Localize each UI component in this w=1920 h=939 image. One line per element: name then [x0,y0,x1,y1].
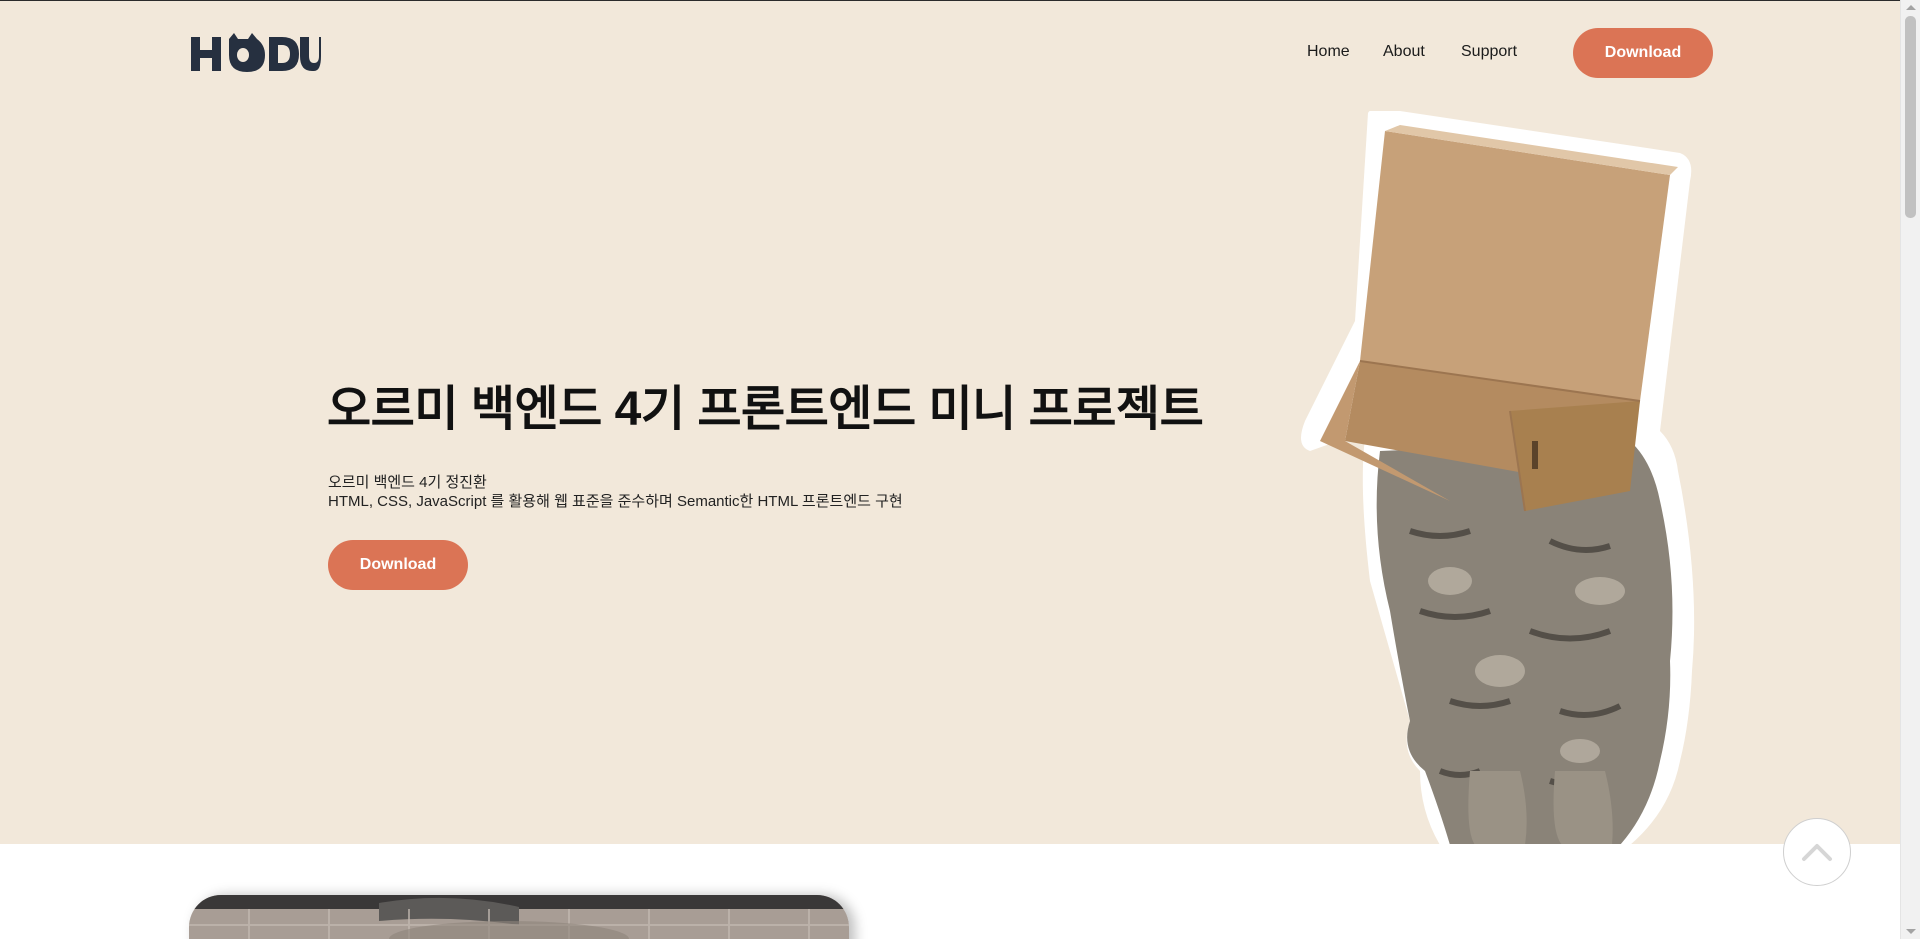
chevron-up-icon [1802,844,1832,861]
scrollbar-thumb[interactable] [1905,16,1916,218]
hero-subtitle-description: HTML, CSS, JavaScript 를 활용해 웹 표준을 준수하며 S… [328,493,903,510]
hodu-logo[interactable] [189,33,321,75]
hero-download-button[interactable]: Download [328,540,468,590]
scroll-down-arrow-icon[interactable] [1906,929,1916,934]
scroll-up-arrow-icon[interactable] [1906,5,1916,10]
hero-section: Home About Support Download 오르미 백엔드 4기 프… [0,0,1900,844]
cat-bed-photo-icon [189,895,849,939]
hero-title: 오르미 백엔드 4기 프론트엔드 미니 프로젝트 [327,383,1204,436]
nav-about-link[interactable]: About [1383,43,1425,61]
nav-support-link[interactable]: Support [1461,43,1517,61]
page-scrollbar[interactable] [1900,0,1920,939]
hero-subtitle-author: 오르미 백엔드 4기 정진환 [328,474,487,491]
cat-in-box-icon [1301,111,1695,844]
header-download-button[interactable]: Download [1573,28,1713,78]
cat-bed-photo [189,895,849,939]
nav-home-link[interactable]: Home [1307,43,1350,61]
scroll-to-top-button[interactable] [1783,818,1851,886]
